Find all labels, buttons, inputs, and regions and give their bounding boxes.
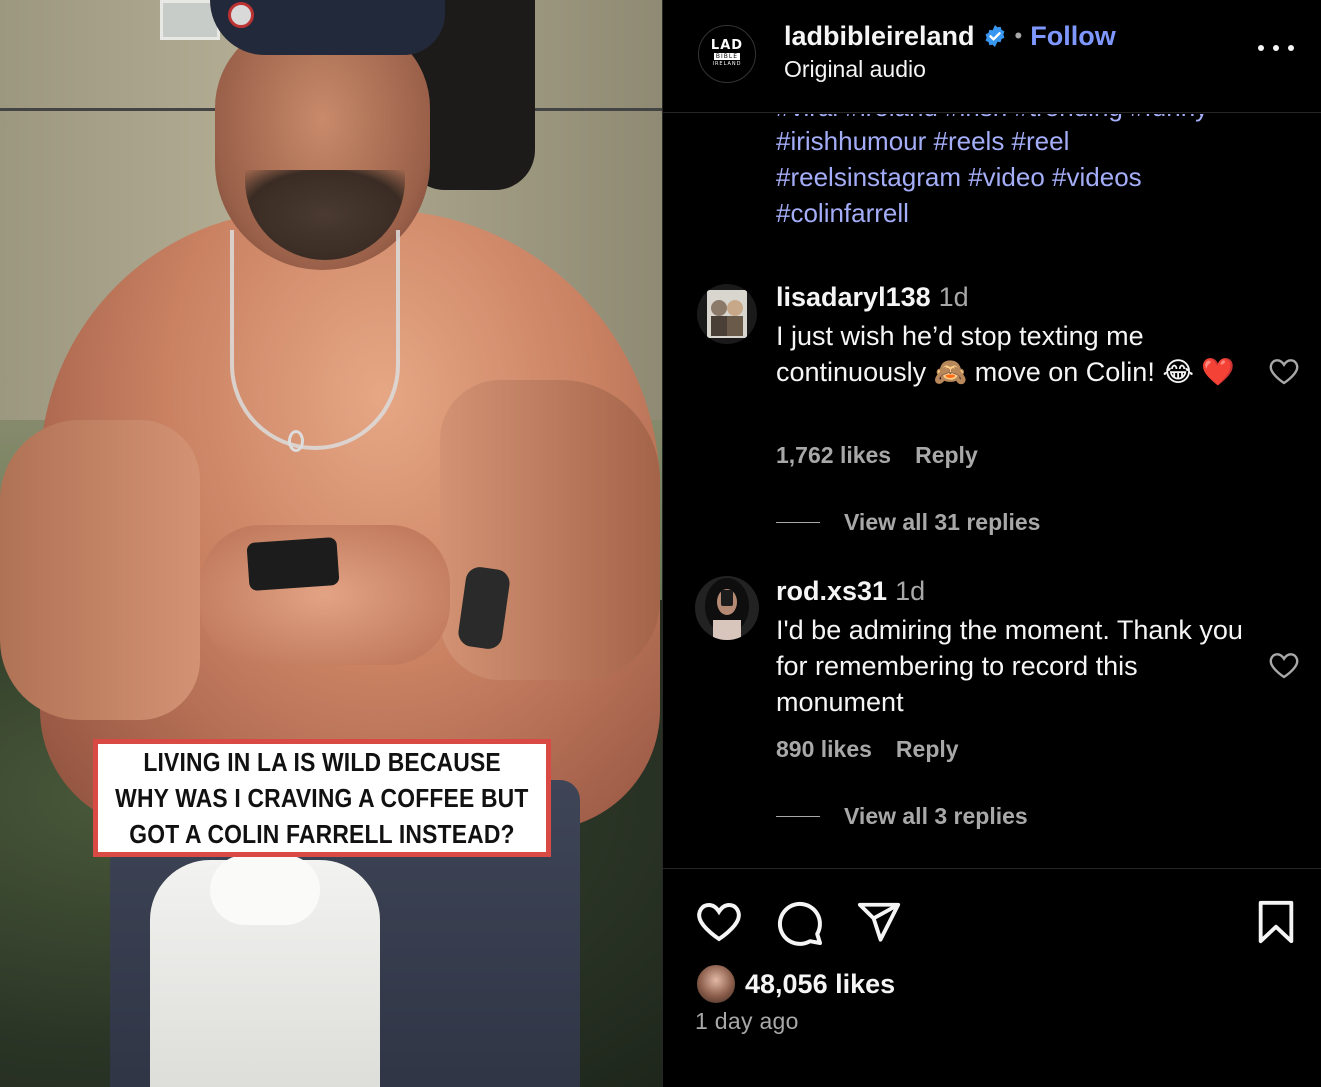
liker-avatar[interactable] (695, 963, 737, 1005)
reply-button[interactable]: Reply (896, 736, 959, 762)
post-timestamp[interactable]: 1 day ago (695, 1008, 799, 1035)
post-likes-count[interactable]: 48,056 likes (745, 969, 895, 1000)
commenter-avatar[interactable] (697, 284, 757, 344)
comment-likes[interactable]: 1,762 likes (776, 442, 891, 468)
share-icon[interactable] (856, 899, 906, 949)
comment-username[interactable]: rod.xs31 1d (776, 576, 925, 607)
comment-like-heart-icon[interactable] (1268, 650, 1302, 680)
view-replies-label: View all 31 replies (844, 509, 1041, 535)
necklace (230, 230, 400, 450)
see-no-evil-monkey-emoji: 🙈 (933, 357, 968, 388)
post-panel: LAD BIBLE IRELAND ladbibleireland • Foll… (662, 0, 1321, 1087)
post-header: LAD BIBLE IRELAND ladbibleireland • Foll… (663, 0, 1321, 113)
comments-scroll-area[interactable]: #viral #ireland #irish #trending #funny … (663, 114, 1321, 867)
video-caption-line: WHY WAS I CRAVING A COFFEE BUT (115, 783, 529, 813)
caption-hashtags-line[interactable]: #reelsinstagram #video #videos (776, 162, 1142, 193)
account-name-link[interactable]: ladbibleireland (784, 21, 975, 52)
reel-video[interactable]: LIVING IN LA IS WILD BECAUSE WHY WAS I C… (0, 0, 662, 1087)
bookmark-icon[interactable] (1253, 899, 1303, 949)
caption-hashtags-line[interactable]: #viral #ireland #irish #trending #funny (776, 114, 1208, 123)
view-replies-button[interactable]: View all 31 replies (776, 509, 1040, 536)
video-caption-box: LIVING IN LA IS WILD BECAUSE WHY WAS I C… (93, 739, 551, 857)
replies-line (776, 816, 820, 817)
comment-item: rod.xs31 1d I'd be admiring the moment. T… (663, 576, 1321, 846)
logo-text-lad: LAD (710, 38, 744, 53)
heart-icon[interactable] (695, 899, 745, 949)
video-caption-line: GOT A COLIN FARRELL INSTEAD? (129, 819, 515, 849)
separator-dot: • (1014, 23, 1023, 48)
red-heart-emoji: ❤️ (1201, 357, 1236, 388)
comment-icon[interactable] (776, 899, 826, 949)
cap-logo (228, 2, 254, 28)
comment-meta: 1,762 likes Reply (776, 442, 978, 469)
view-replies-button[interactable]: View all 3 replies (776, 803, 1028, 830)
person-left-arm (0, 420, 200, 720)
comment-username[interactable]: lisadaryl138 1d (776, 282, 969, 313)
necklace-pendant (288, 430, 304, 452)
reply-button[interactable]: Reply (915, 442, 978, 468)
account-avatar[interactable]: LAD BIBLE IRELAND (698, 25, 756, 83)
comment-age: 1d (895, 576, 926, 606)
comment-item: lisadaryl138 1d I just wish he’d stop tex… (663, 282, 1321, 552)
follow-button[interactable]: Follow (1030, 21, 1115, 52)
towel-knot (210, 855, 320, 925)
comment-likes[interactable]: 890 likes (776, 736, 872, 762)
comment-age: 1d (938, 282, 969, 312)
verified-badge-icon (983, 24, 1007, 48)
comment-text: I'd be admiring the moment. Thank you fo… (776, 615, 1243, 717)
comment-text: I just wish he’d stop texting me continu… (776, 318, 1246, 391)
replies-line (776, 522, 820, 523)
caption-hashtags-line[interactable]: #colinfarrell (776, 198, 909, 229)
caption-hashtags-line[interactable]: #irishhumour #reels #reel (776, 126, 1069, 157)
video-caption-line: LIVING IN LA IS WILD BECAUSE (143, 747, 501, 777)
audio-link[interactable]: Original audio (784, 56, 926, 83)
laughing-tears-emoji: 😂 (1162, 357, 1194, 388)
post-actions: 48,056 likes 1 day ago (663, 868, 1321, 1087)
account-row: ladbibleireland • Follow (784, 19, 1116, 53)
likes-row: 48,056 likes (695, 963, 895, 1005)
logo-text-ireland: IRELAND (712, 61, 742, 67)
comment-meta: 890 likes Reply (776, 736, 959, 763)
more-options-icon[interactable] (1258, 38, 1294, 58)
comment-like-heart-icon[interactable] (1268, 356, 1302, 386)
view-replies-label: View all 3 replies (844, 803, 1028, 829)
logo-text-bible: BIBLE (713, 53, 741, 60)
phone (246, 536, 340, 592)
commenter-avatar[interactable] (695, 576, 759, 640)
